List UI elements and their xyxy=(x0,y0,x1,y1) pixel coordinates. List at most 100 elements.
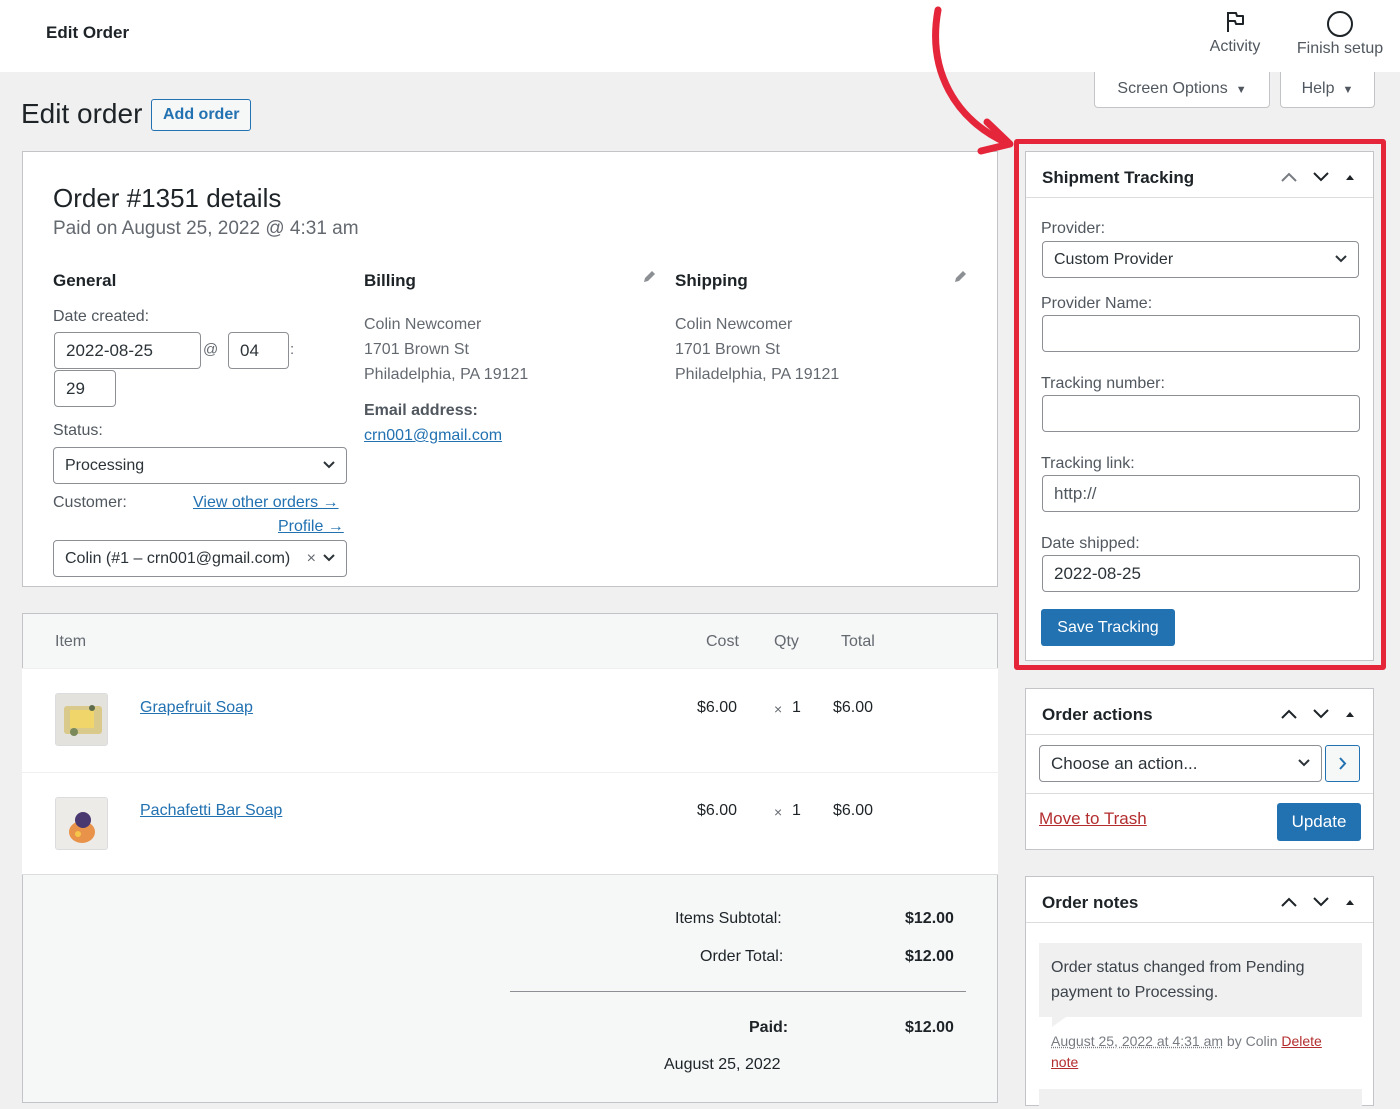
date-created-label: Date created: xyxy=(53,308,150,325)
note-author: by Colin xyxy=(1223,1033,1282,1049)
edit-shipping-pencil-icon[interactable] xyxy=(952,269,968,290)
box-divider xyxy=(1026,734,1373,735)
items-subtotal-label: Items Subtotal: xyxy=(675,910,782,927)
product-thumbnail xyxy=(55,797,108,850)
customer-value: Colin (#1 – crn001@gmail.com) xyxy=(65,550,291,567)
email-address-label: Email address: xyxy=(364,402,478,419)
clear-customer-icon[interactable]: × xyxy=(307,541,316,576)
item-qty: 1 xyxy=(792,802,801,819)
billing-email-link[interactable]: crn001@gmail.com xyxy=(364,427,502,445)
move-up-icon[interactable] xyxy=(1279,895,1299,909)
move-down-icon[interactable] xyxy=(1311,707,1331,721)
collapse-toggle-icon[interactable] xyxy=(1343,895,1357,909)
chevron-right-icon xyxy=(1339,757,1347,770)
note-meta: August 25, 2022 at 4:31 am by Colin Dele… xyxy=(1051,1031,1356,1073)
billing-heading: Billing xyxy=(364,271,416,290)
order-paid-on: Paid on August 25, 2022 @ 4:31 am xyxy=(53,218,359,239)
edit-billing-pencil-icon[interactable] xyxy=(641,269,657,290)
order-details-panel: Order #1351 details Paid on August 25, 2… xyxy=(22,151,998,587)
update-button[interactable]: Update xyxy=(1277,803,1361,841)
next-note-preview xyxy=(1039,1089,1362,1109)
order-actions-box: Order actions Choose an action... Move t… xyxy=(1025,688,1374,850)
top-bar-title: Edit Order xyxy=(46,23,130,42)
paid-value: $12.00 xyxy=(905,1019,954,1036)
move-up-icon[interactable] xyxy=(1279,707,1299,721)
item-total: $6.00 xyxy=(833,699,874,716)
date-created-input[interactable]: 2022-08-25 xyxy=(54,332,201,369)
item-times: × xyxy=(774,701,783,717)
delete-note-link[interactable]: Delete xyxy=(1281,1033,1321,1049)
delete-note-link-continuation[interactable]: note xyxy=(1051,1054,1078,1070)
note-date: August 25, 2022 at 4:31 am xyxy=(1051,1033,1224,1049)
box-divider xyxy=(1026,922,1373,923)
top-bar: Edit Order Activity Finish setup xyxy=(0,0,1400,72)
caret-down-icon: ▼ xyxy=(1342,84,1354,96)
box-controls xyxy=(1279,707,1357,721)
flag-icon xyxy=(1227,12,1244,32)
general-heading: General xyxy=(53,271,117,290)
customer-select[interactable]: Colin (#1 – crn001@gmail.com) × xyxy=(53,540,347,577)
status-value: Processing xyxy=(65,457,145,474)
table-row: Pachafetti Bar Soap $6.00 × 1 $6.00 xyxy=(22,772,998,874)
view-other-orders-link[interactable]: View other orders → xyxy=(193,494,339,512)
chevron-down-icon xyxy=(322,541,336,589)
collapse-toggle-icon[interactable] xyxy=(1343,707,1357,721)
add-order-button[interactable]: Add order xyxy=(151,99,252,131)
order-note: Order status changed from Pending paymen… xyxy=(1039,943,1362,1017)
order-title: Order #1351 details xyxy=(53,183,282,213)
box-controls xyxy=(1279,895,1357,909)
order-notes-title: Order notes xyxy=(1042,893,1139,912)
note-tail-icon xyxy=(1052,1017,1066,1027)
box-divider xyxy=(1026,793,1373,794)
highlight-box xyxy=(1014,139,1386,670)
hour-input[interactable]: 04 xyxy=(228,332,289,369)
activity-button[interactable]: Activity xyxy=(1200,10,1270,56)
order-actions-title: Order actions xyxy=(1042,705,1153,724)
activity-label: Activity xyxy=(1209,38,1261,55)
order-action-value: Choose an action... xyxy=(1051,754,1198,773)
billing-name: Colin Newcomer xyxy=(364,316,482,333)
item-cost: $6.00 xyxy=(697,699,738,716)
status-label: Status: xyxy=(53,422,103,439)
billing-address: Colin Newcomer 1701 Brown St Philadelphi… xyxy=(364,312,528,387)
apply-action-button[interactable] xyxy=(1325,745,1360,782)
help-label: Help xyxy=(1301,80,1335,97)
order-action-select[interactable]: Choose an action... xyxy=(1039,745,1322,782)
product-thumbnail xyxy=(55,693,108,746)
paid-label: Paid: xyxy=(749,1019,789,1036)
shipping-address: Colin Newcomer 1701 Brown St Philadelphi… xyxy=(675,312,839,387)
shipping-street: 1701 Brown St xyxy=(675,341,780,358)
status-select[interactable]: Processing xyxy=(53,447,347,484)
minute-input[interactable]: 29 xyxy=(54,370,116,407)
shipping-name: Colin Newcomer xyxy=(675,316,793,333)
circle-icon xyxy=(1327,11,1353,37)
items-subtotal-value: $12.00 xyxy=(905,910,954,927)
column-cost: Cost xyxy=(706,633,739,650)
finish-setup-button[interactable]: Finish setup xyxy=(1290,10,1390,58)
item-times: × xyxy=(774,804,783,820)
totals-divider xyxy=(510,991,966,992)
product-link-pachafetti-bar-soap[interactable]: Pachafetti Bar Soap xyxy=(140,802,282,820)
time-colon: : xyxy=(290,341,295,358)
annotation-arrow-icon xyxy=(932,6,1014,155)
chevron-down-icon xyxy=(1297,746,1311,794)
item-cost: $6.00 xyxy=(697,802,738,819)
item-qty: 1 xyxy=(792,699,801,716)
column-item: Item xyxy=(55,633,87,650)
help-button[interactable]: Help ▼ xyxy=(1280,72,1375,108)
table-row: Grapefruit Soap $6.00 × 1 $6.00 xyxy=(22,668,998,772)
column-total: Total xyxy=(841,633,875,650)
order-note-text: Order status changed from Pending paymen… xyxy=(1051,959,1305,1001)
product-link-grapefruit-soap[interactable]: Grapefruit Soap xyxy=(140,699,253,717)
order-notes-box: Order notes Order status changed from Pe… xyxy=(1025,876,1374,1109)
screen-options-button[interactable]: Screen Options ▼ xyxy=(1094,72,1270,108)
move-to-trash-link[interactable]: Move to Trash xyxy=(1039,809,1147,829)
order-total-label: Order Total: xyxy=(700,948,784,965)
order-total-value: $12.00 xyxy=(905,948,954,965)
shipping-heading: Shipping xyxy=(675,271,748,290)
caret-down-icon: ▼ xyxy=(1235,84,1247,96)
item-total: $6.00 xyxy=(833,802,874,819)
screen-options-label: Screen Options xyxy=(1117,80,1228,97)
customer-profile-link[interactable]: Profile → xyxy=(278,518,344,536)
move-down-icon[interactable] xyxy=(1311,895,1331,909)
